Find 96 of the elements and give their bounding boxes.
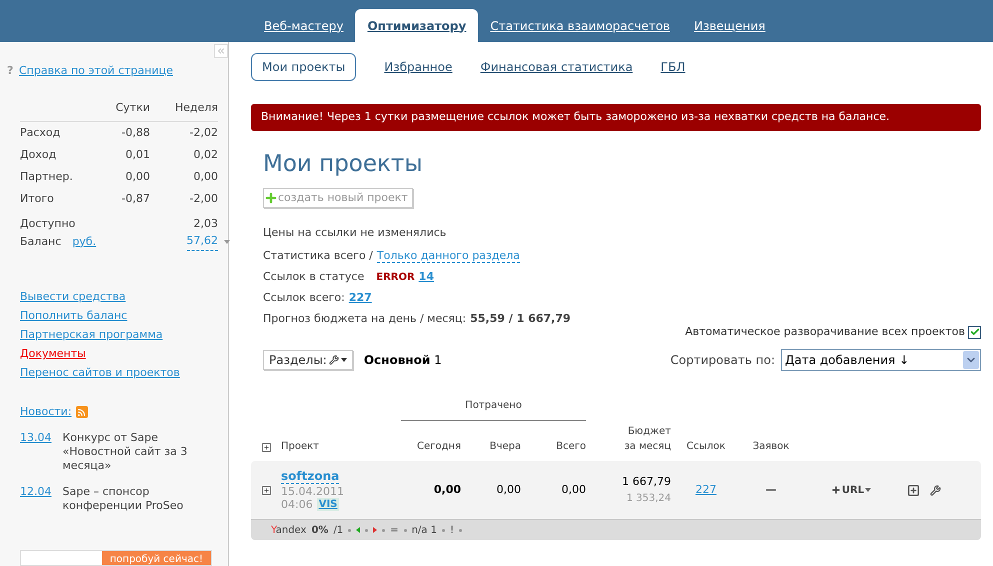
auto-expand-checkbox[interactable] — [968, 326, 981, 338]
stat-label: Партнер. — [20, 168, 74, 185]
sort-label: Сортировать по: — [670, 352, 775, 369]
stat-label: Расход — [20, 124, 62, 141]
column-header: Сутки — [114, 100, 150, 116]
create-project-button[interactable]: создать новый проект — [263, 188, 413, 208]
news-date-link[interactable]: 13.04 — [20, 430, 52, 472]
sub-tab[interactable]: Мои проекты — [251, 53, 356, 81]
column-header: Ссылок — [686, 440, 726, 454]
top-tab[interactable]: Веб-мастеру — [252, 9, 356, 42]
stat-value: -0,88 — [120, 124, 150, 141]
stat-value: 0,00 — [124, 168, 150, 185]
table-cell-text: — — [764, 482, 778, 498]
stat-value: 0,00 — [192, 168, 218, 185]
add-icon[interactable] — [907, 484, 920, 496]
error-count-link[interactable]: 14 — [418, 269, 434, 286]
forecast-label: Прогноз бюджета на день / месяц: — [263, 311, 466, 328]
column-header: Сегодня — [416, 440, 461, 454]
project-time: 04:06 — [281, 498, 313, 510]
news-link[interactable]: Новости: — [20, 404, 72, 420]
links-count-link[interactable]: 227 — [348, 290, 372, 307]
add-url-button[interactable]: URL — [830, 482, 872, 498]
column-group-header: Потрачено — [401, 398, 586, 421]
table-cell-text: 0,00 — [496, 482, 521, 498]
right-triangle-icon[interactable] — [373, 527, 378, 533]
balance-value[interactable]: 57,62 — [186, 233, 218, 251]
column-header: Вчера — [488, 440, 521, 454]
top-tab[interactable]: Оптимизатору — [355, 9, 478, 42]
project-name-link[interactable]: softzona — [281, 470, 340, 484]
page-title: Мои проекты — [262, 150, 424, 178]
column-header: Проект — [281, 440, 320, 454]
stat-value: -2,00 — [188, 190, 218, 207]
footer-value: n/a 1 — [412, 524, 437, 538]
column-header: Неделя — [174, 100, 218, 116]
help-icon: ? — [7, 63, 15, 80]
index-percent: 0% — [311, 524, 328, 538]
stat-value: 0,01 — [124, 146, 150, 163]
column-header: Всего — [555, 440, 586, 454]
search-engine-name: Yandex — [271, 524, 306, 538]
column-header: Бюджет за месяц — [623, 425, 671, 454]
stat-value: -2,02 — [188, 124, 218, 141]
sub-tab[interactable]: Финансовая статистика — [480, 58, 633, 76]
top-tab[interactable]: Статистика взаиморасчетов — [478, 9, 682, 42]
stat-value: -0,87 — [120, 190, 150, 207]
stat-label: Баланс — [20, 234, 62, 250]
plus-icon — [830, 485, 841, 495]
links-count-link[interactable]: 227 — [696, 482, 716, 498]
stat-value: 2,03 — [194, 216, 218, 232]
help-link[interactable]: Справка по этой странице — [19, 63, 173, 80]
wrench-icon — [328, 355, 339, 365]
table-cell-text: 1 353,24 — [626, 492, 671, 506]
currency-link[interactable]: руб. — [72, 234, 96, 250]
plus-icon — [264, 191, 278, 205]
section-stats-link[interactable]: Только данного раздела — [376, 250, 520, 263]
promo-banner[interactable]: попробуй сейчас! — [20, 550, 212, 566]
sidebar-link[interactable]: Партнерская программа — [20, 327, 218, 343]
status-label: Ссылок в статусе — [263, 269, 364, 286]
forecast-value: 55,59 / 1 667,79 — [470, 311, 571, 328]
sidebar-link[interactable]: Вывести средства — [20, 289, 218, 305]
sidebar-link[interactable]: Документы — [20, 346, 218, 362]
promo-label: попробуй сейчас! — [102, 550, 211, 566]
stat-value: 0,02 — [192, 146, 218, 163]
project-date: 15.04.2011 — [281, 484, 345, 498]
column-header: Заявок — [752, 440, 790, 454]
stat-label: Доход — [20, 146, 58, 163]
current-section: Основной 1 — [364, 351, 442, 369]
expand-all-icon[interactable] — [260, 442, 272, 453]
settings-icon[interactable] — [930, 484, 941, 496]
news-date-link[interactable]: 12.04 — [20, 484, 52, 512]
table-cell-text: 1 667,79 — [622, 474, 671, 490]
table-cell-text: 0,00 — [432, 482, 461, 498]
sidebar-link[interactable]: Пополнить баланс — [20, 308, 218, 324]
table-cell-text: 0,00 — [560, 482, 586, 498]
sections-button[interactable]: Разделы: — [263, 350, 353, 370]
expand-icon[interactable] — [260, 484, 272, 496]
footer-value: ! — [450, 524, 454, 538]
footer-value: = — [390, 524, 399, 538]
sidebar-link[interactable]: Перенос сайтов и проектов — [20, 365, 218, 381]
stat-label: Доступно — [20, 216, 76, 232]
stat-label: Итого — [20, 190, 55, 207]
stats-label: Статистика всего / — [263, 248, 373, 264]
sub-tab[interactable]: ГБЛ — [660, 58, 686, 76]
news-text: Sape – спонсор конференции ProSeo — [62, 484, 184, 512]
sort-select[interactable]: Дата добавления ↓ — [781, 349, 981, 371]
vis-badge[interactable]: VIS — [316, 498, 340, 510]
index-count: /1 — [333, 524, 344, 538]
dropdown-caret-icon[interactable] — [224, 240, 230, 244]
prices-note: Цены на ссылки не изменялись — [263, 225, 448, 241]
auto-expand-label: Автоматическое разворачивание всех проектов — [685, 324, 965, 340]
error-status: ERROR — [376, 271, 415, 285]
top-tab[interactable]: Извещения — [682, 9, 778, 42]
news-text: Конкурс от Sape «Новостной сайт за 3 месяца» — [62, 430, 188, 472]
caret-icon — [340, 358, 347, 362]
warning-banner: Внимание! Через 1 сутки размещение ссылок может быть заморожено из-за нехватки средств на балансе. — [251, 104, 981, 131]
links-label: Ссылок всего: — [263, 290, 345, 306]
sub-tab[interactable]: Избранное — [384, 58, 452, 76]
